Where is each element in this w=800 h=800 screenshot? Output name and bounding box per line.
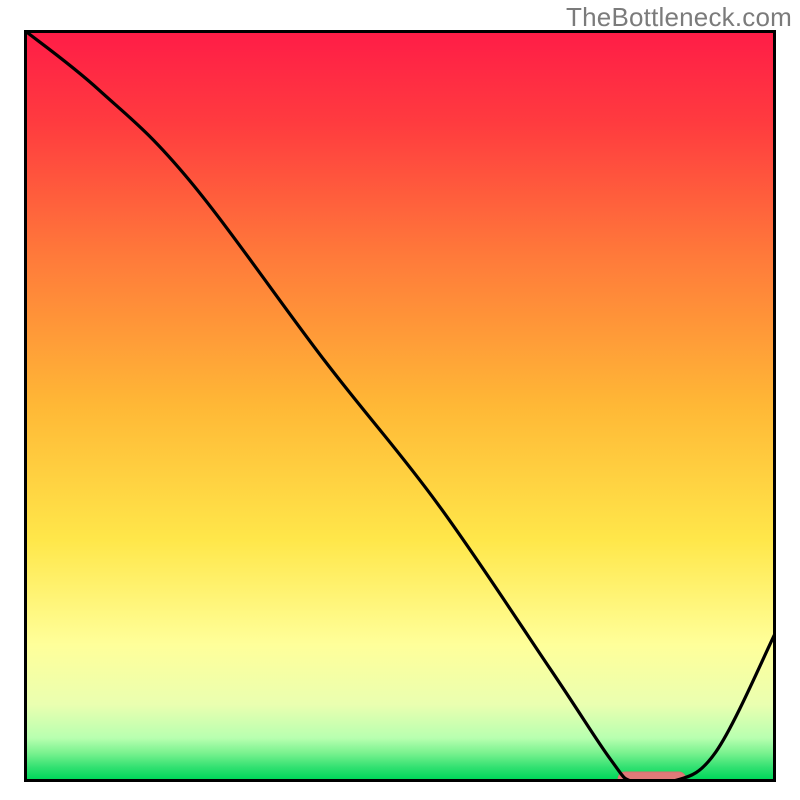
plot-area xyxy=(24,30,776,782)
chart-svg xyxy=(24,30,776,782)
chart-container: TheBottleneck.com xyxy=(0,0,800,800)
watermark-text: TheBottleneck.com xyxy=(566,2,792,33)
gradient-background xyxy=(27,33,773,779)
